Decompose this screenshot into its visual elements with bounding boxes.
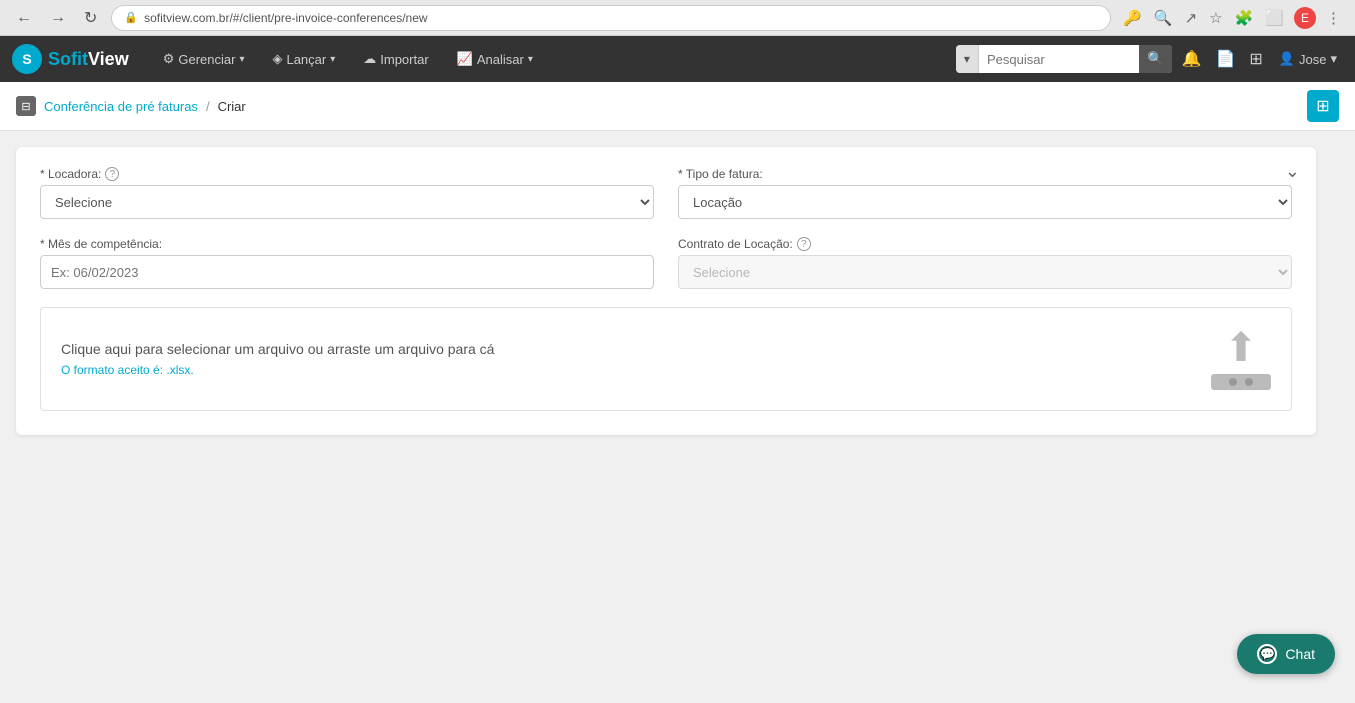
- contrato-help-icon[interactable]: ?: [797, 237, 811, 251]
- brand-view: View: [88, 49, 129, 69]
- menu-icon[interactable]: ⋮: [1324, 7, 1343, 29]
- refresh-button[interactable]: ↻: [80, 6, 101, 30]
- nav-icons: 🔔 📄 ⊞: [1180, 47, 1265, 71]
- key-icon[interactable]: 🔑: [1121, 7, 1144, 29]
- upload-main-text: Clique aqui para selecionar um arquivo o…: [61, 341, 494, 357]
- upload-dot-2: [1245, 378, 1253, 386]
- contrato-locacao-group: Contrato de Locação: ? Selecione: [678, 237, 1292, 289]
- nav-lancar[interactable]: ◈ Lançar ▾: [262, 47, 345, 71]
- nav-gerenciar[interactable]: ⚙ Gerenciar ▾: [153, 47, 255, 71]
- contrato-locacao-select[interactable]: Selecione: [678, 255, 1292, 289]
- locadora-label: * Locadora: ?: [40, 167, 654, 181]
- browser-bar: ← → ↻ 🔒 sofitview.com.br/#/client/pre-in…: [0, 0, 1355, 36]
- upload-dot-1: [1229, 378, 1237, 386]
- breadcrumb-icon: ⊟: [16, 96, 36, 116]
- locadora-select[interactable]: Selecione: [40, 185, 654, 219]
- gear-icon: ⚙: [163, 51, 175, 67]
- user-icon: 👤: [1279, 51, 1295, 67]
- upload-sub-text: O formato aceito é: .xlsx.: [61, 363, 494, 377]
- chevron-down-icon: ▾: [239, 54, 244, 65]
- mes-competencia-group: * Mês de competência:: [40, 237, 654, 289]
- main-content: ⌄ * Locadora: ? Selecione * Tipo de fatu…: [0, 131, 1355, 703]
- breadcrumb-separator: /: [206, 99, 210, 114]
- back-button[interactable]: ←: [12, 7, 36, 29]
- forward-button[interactable]: →: [46, 7, 70, 29]
- upload-arrow-icon: ⬆: [1224, 328, 1258, 368]
- brand-text: SofitView: [48, 49, 129, 70]
- action-button[interactable]: ⊞: [1307, 90, 1339, 122]
- upload-icon-block: ⬆: [1211, 328, 1271, 390]
- brand-logo: S: [12, 44, 42, 74]
- chevron-down-icon-3: ▾: [528, 54, 533, 65]
- bell-icon[interactable]: 🔔: [1180, 47, 1204, 71]
- url-text: sofitview.com.br/#/client/pre-invoice-co…: [144, 11, 427, 25]
- cloud-icon: ☁: [363, 51, 376, 67]
- nav-importar-label: Importar: [380, 52, 428, 67]
- upload-format: .xlsx: [166, 363, 190, 377]
- nav-analisar[interactable]: 📈 Analisar ▾: [447, 47, 543, 71]
- form-card: ⌄ * Locadora: ? Selecione * Tipo de fatu…: [16, 147, 1316, 435]
- form-row-2: * Mês de competência: Contrato de Locaçã…: [40, 237, 1292, 289]
- user-label: Jose: [1299, 52, 1326, 67]
- extension-icon[interactable]: 🧩: [1233, 7, 1256, 29]
- nav-lancar-label: Lançar: [286, 52, 326, 67]
- search-input[interactable]: [979, 52, 1139, 67]
- chat-button[interactable]: 💬 Chat: [1237, 634, 1335, 674]
- breadcrumb-link[interactable]: Conferência de pré faturas: [44, 99, 198, 114]
- brand-sofit: Sofit: [48, 49, 88, 69]
- launch-icon: ◈: [272, 51, 282, 67]
- chart-icon: 📈: [457, 51, 473, 67]
- form-row-1: * Locadora: ? Selecione * Tipo de fatura…: [40, 167, 1292, 219]
- search-button[interactable]: 🔍: [1139, 45, 1172, 73]
- navbar: S SofitView ⚙ Gerenciar ▾ ◈ Lançar ▾ ☁ I…: [0, 36, 1355, 82]
- profile-icon[interactable]: E: [1294, 7, 1316, 29]
- breadcrumb-bar: ⊟ Conferência de pré faturas / Criar ⊞: [0, 82, 1355, 131]
- browser-actions: 🔑 🔍 ↗ ☆ 🧩 ⬜ E ⋮: [1121, 7, 1343, 29]
- locadora-group: * Locadora: ? Selecione: [40, 167, 654, 219]
- nav-analisar-label: Analisar: [477, 52, 524, 67]
- upload-area[interactable]: Clique aqui para selecionar um arquivo o…: [40, 307, 1292, 411]
- window-icon[interactable]: ⬜: [1263, 7, 1286, 29]
- chat-label: Chat: [1285, 646, 1315, 662]
- document-icon[interactable]: 📄: [1213, 47, 1237, 71]
- chevron-down-icon-2: ▾: [330, 54, 335, 65]
- share-icon[interactable]: ↗: [1183, 7, 1200, 29]
- collapse-button[interactable]: ⌄: [1285, 161, 1300, 182]
- tipo-fatura-label: * Tipo de fatura:: [678, 167, 1292, 181]
- grid-icon[interactable]: ⊞: [1247, 47, 1264, 71]
- url-bar[interactable]: 🔒 sofitview.com.br/#/client/pre-invoice-…: [111, 5, 1111, 31]
- search-prefix[interactable]: ▾: [956, 45, 979, 73]
- search-container: ▾ 🔍: [956, 45, 1172, 73]
- upload-text-block: Clique aqui para selecionar um arquivo o…: [61, 341, 494, 377]
- mes-competencia-input[interactable]: [40, 255, 654, 289]
- user-chevron-icon: ▾: [1330, 51, 1337, 67]
- upload-base: [1211, 374, 1271, 390]
- locadora-help-icon[interactable]: ?: [105, 167, 119, 181]
- mes-competencia-label: * Mês de competência:: [40, 237, 654, 251]
- zoom-icon[interactable]: 🔍: [1152, 7, 1175, 29]
- breadcrumb-current: Criar: [218, 99, 246, 114]
- user-menu[interactable]: 👤 Jose ▾: [1273, 47, 1343, 71]
- nav-importar[interactable]: ☁ Importar: [353, 47, 438, 71]
- nav-gerenciar-label: Gerenciar: [178, 52, 235, 67]
- chat-icon: 💬: [1257, 644, 1277, 664]
- tipo-fatura-select[interactable]: Locação Manutenção Multa: [678, 185, 1292, 219]
- tipo-fatura-group: * Tipo de fatura: Locação Manutenção Mul…: [678, 167, 1292, 219]
- lock-icon: 🔒: [124, 11, 138, 24]
- contrato-locacao-label: Contrato de Locação: ?: [678, 237, 1292, 251]
- star-icon[interactable]: ☆: [1207, 7, 1224, 29]
- brand[interactable]: S SofitView: [12, 44, 129, 74]
